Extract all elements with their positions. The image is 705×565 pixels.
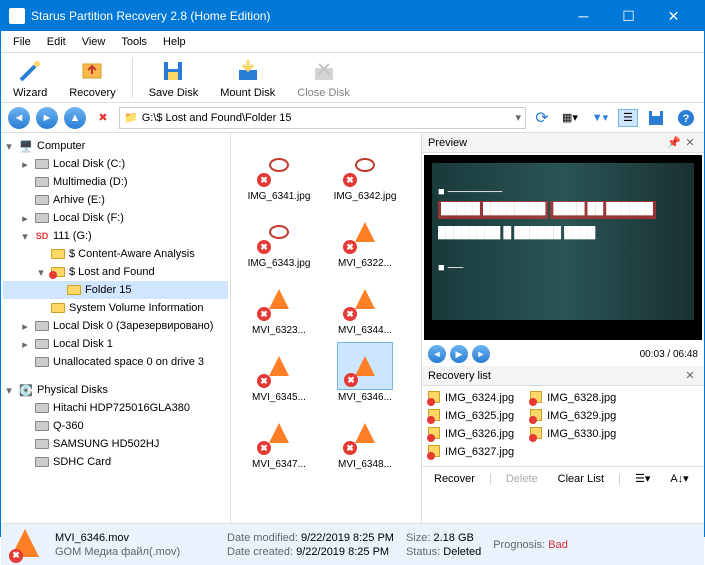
- recover-button[interactable]: Recover: [428, 471, 481, 487]
- file-thumb[interactable]: ✖MVI_6346...: [325, 342, 405, 403]
- navbar: ◄ ► ▲ ✖ 📁 G:\$ Lost and Found\Folder 15 …: [1, 103, 704, 133]
- save-view-button[interactable]: [644, 106, 668, 130]
- select-button[interactable]: ☰: [618, 109, 638, 127]
- tree-item[interactable]: Q-360: [3, 417, 228, 435]
- file-thumb[interactable]: ✖IMG_6342.jpg: [325, 141, 405, 202]
- forward-button[interactable]: ►: [35, 106, 59, 130]
- app-icon: [9, 8, 25, 24]
- recovery-item[interactable]: IMG_6327.jpg: [428, 444, 514, 460]
- tree-item[interactable]: SDHC Card: [3, 453, 228, 471]
- tree-item[interactable]: Arhive (E:): [3, 191, 228, 209]
- svg-text:?: ?: [683, 113, 690, 125]
- tree-item[interactable]: SAMSUNG HD502HJ: [3, 435, 228, 453]
- file-thumb[interactable]: ✖IMG_6343.jpg: [239, 208, 319, 269]
- view-thumbs-button[interactable]: ▦▾: [558, 106, 582, 130]
- file-thumb[interactable]: ✖MVI_6322...: [325, 208, 405, 269]
- tree-item[interactable]: ▸Local Disk 0 (Зарезервировано): [3, 317, 228, 335]
- recovery-item[interactable]: IMG_6325.jpg: [428, 408, 514, 424]
- sort-button[interactable]: ☰▾: [629, 470, 656, 487]
- delete-path-button[interactable]: ✖: [91, 106, 115, 130]
- recovery-item[interactable]: IMG_6326.jpg: [428, 426, 514, 442]
- tree-item[interactable]: ▸Local Disk (C:): [3, 155, 228, 173]
- recovery-toolbar: Recover | Delete Clear List | ☰▾ A↓▾: [422, 466, 704, 490]
- tree-item[interactable]: $ Content-Aware Analysis: [3, 245, 228, 263]
- recovery-button[interactable]: Recovery: [63, 55, 121, 101]
- preview-header: Preview 📌 ✕: [422, 133, 704, 153]
- address-text: G:\$ Lost and Found\Folder 15: [142, 112, 292, 124]
- maximize-button[interactable]: ☐: [606, 1, 651, 31]
- status-filename: MVI_6346.mov: [55, 532, 215, 544]
- save-disk-button[interactable]: Save Disk: [143, 55, 205, 101]
- file-thumb[interactable]: ✖MVI_6344...: [325, 275, 405, 336]
- clear-list-button[interactable]: Clear List: [552, 471, 610, 487]
- window-title: Starus Partition Recovery 2.8 (Home Edit…: [31, 9, 561, 23]
- menubar: File Edit View Tools Help: [1, 31, 704, 53]
- tree-item[interactable]: ▸Local Disk 1: [3, 335, 228, 353]
- file-list[interactable]: ✖IMG_6341.jpg✖IMG_6342.jpg✖IMG_6343.jpg✖…: [231, 133, 421, 523]
- recovery-list-panel: Recovery list ✕ IMG_6324.jpg IMG_6325.jpg…: [422, 366, 704, 523]
- tree-item[interactable]: ▾SD111 (G:): [3, 227, 228, 245]
- tree-item[interactable]: ▸Local Disk (F:): [3, 209, 228, 227]
- status-bar: ✖ MVI_6346.mov GOM Медиа файл(.mov) Date…: [1, 523, 704, 565]
- tree-physical-disks[interactable]: ▾💽Physical Disks: [3, 381, 228, 399]
- preview-controls: ◄ ▶ ► 00:03 / 06:48: [422, 342, 704, 366]
- menu-view[interactable]: View: [74, 34, 114, 50]
- recovery-item[interactable]: IMG_6324.jpg: [428, 390, 514, 406]
- file-thumb[interactable]: ✖MVI_6348...: [325, 409, 405, 470]
- tree-item[interactable]: ▾$ Lost and Found: [3, 263, 228, 281]
- menu-tools[interactable]: Tools: [113, 34, 155, 50]
- mount-disk-button[interactable]: Mount Disk: [214, 55, 281, 101]
- recovery-item[interactable]: IMG_6328.jpg: [530, 390, 616, 406]
- refresh-button[interactable]: ⟳: [530, 106, 554, 130]
- prev-button[interactable]: ◄: [428, 345, 446, 363]
- tree-item[interactable]: System Volume Information: [3, 299, 228, 317]
- file-thumb[interactable]: ✖MVI_6345...: [239, 342, 319, 403]
- up-button[interactable]: ▲: [63, 106, 87, 130]
- address-dropdown-icon[interactable]: ▾: [515, 111, 521, 124]
- preview-pin-icon[interactable]: 📌: [666, 135, 682, 151]
- menu-edit[interactable]: Edit: [39, 34, 74, 50]
- back-button[interactable]: ◄: [7, 106, 31, 130]
- filter-button[interactable]: ▼▾: [588, 106, 612, 130]
- tree-item[interactable]: Multimedia (D:): [3, 173, 228, 191]
- tree-panel[interactable]: ▾🖥️Computer ▸Local Disk (C:)Multimedia (…: [1, 133, 231, 523]
- sort-az-button[interactable]: A↓▾: [664, 470, 694, 487]
- recovery-title: Recovery list: [428, 370, 491, 382]
- preview-close-icon[interactable]: ✕: [682, 135, 698, 151]
- right-panel: Preview 📌 ✕ ■ ─────── █████ ████████ ███…: [421, 133, 704, 523]
- menu-file[interactable]: File: [5, 34, 39, 50]
- menu-help[interactable]: Help: [155, 34, 194, 50]
- recovery-header: Recovery list ✕: [422, 366, 704, 386]
- address-bar[interactable]: 📁 G:\$ Lost and Found\Folder 15 ▾: [119, 107, 526, 129]
- recovery-item[interactable]: IMG_6329.jpg: [530, 408, 616, 424]
- preview-image: ■ ─────── █████ ████████ ████ ██ ██████ …: [424, 155, 702, 340]
- main: ▾🖥️Computer ▸Local Disk (C:)Multimedia (…: [1, 133, 704, 523]
- minimize-button[interactable]: ─: [561, 1, 606, 31]
- status-file-icon: ✖: [11, 529, 43, 561]
- close-disk-button[interactable]: Close Disk: [291, 55, 356, 101]
- recovery-item[interactable]: IMG_6330.jpg: [530, 426, 616, 442]
- tree-item[interactable]: Hitachi HDP725016GLA380: [3, 399, 228, 417]
- status-filetype: GOM Медиа файл(.mov): [55, 546, 215, 558]
- tree-computer[interactable]: ▾🖥️Computer: [3, 137, 228, 155]
- close-button[interactable]: ✕: [651, 1, 696, 31]
- file-thumb[interactable]: ✖MVI_6323...: [239, 275, 319, 336]
- recovery-list[interactable]: IMG_6324.jpg IMG_6325.jpg IMG_6326.jpg IMG_…: [422, 386, 704, 466]
- recovery-close-icon[interactable]: ✕: [682, 368, 698, 384]
- help-button[interactable]: ?: [674, 106, 698, 130]
- wizard-button[interactable]: Wizard: [7, 55, 53, 101]
- tree-item[interactable]: Folder 15: [3, 281, 228, 299]
- titlebar: Starus Partition Recovery 2.8 (Home Edit…: [1, 1, 704, 31]
- next-button[interactable]: ►: [472, 345, 490, 363]
- file-thumb[interactable]: ✖IMG_6341.jpg: [239, 141, 319, 202]
- delete-button[interactable]: Delete: [500, 471, 544, 487]
- tree-item[interactable]: Unallocated space 0 on drive 3: [3, 353, 228, 371]
- preview-time: 00:03 / 06:48: [640, 349, 698, 360]
- file-thumb[interactable]: ✖MVI_6347...: [239, 409, 319, 470]
- toolbar: Wizard Recovery Save Disk Mount Disk Clo…: [1, 53, 704, 103]
- play-button[interactable]: ▶: [450, 345, 468, 363]
- preview-title: Preview: [428, 137, 467, 149]
